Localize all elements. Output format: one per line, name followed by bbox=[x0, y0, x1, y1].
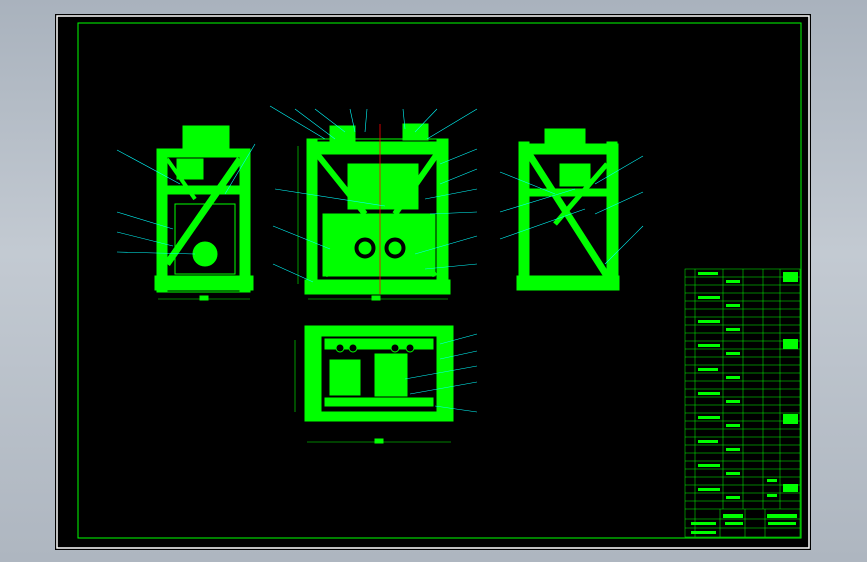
left-side-view bbox=[154, 125, 254, 301]
parts-list-table bbox=[684, 268, 801, 538]
table-text-blocks bbox=[691, 272, 798, 534]
front-view bbox=[297, 123, 451, 301]
drawing-sheet bbox=[55, 14, 811, 550]
top-view bbox=[294, 325, 454, 444]
cad-drawing bbox=[56, 15, 810, 549]
right-side-view bbox=[516, 128, 620, 291]
